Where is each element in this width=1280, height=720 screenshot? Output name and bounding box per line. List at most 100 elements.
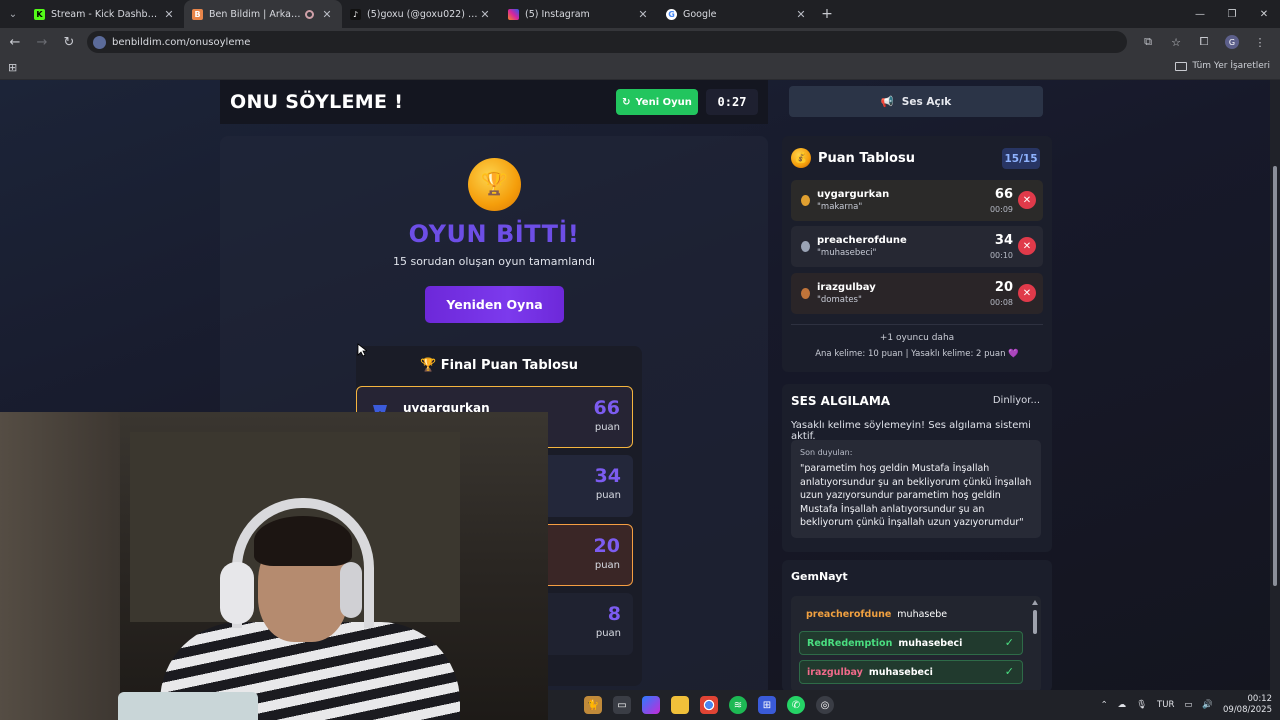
- tab-title: Google: [683, 8, 717, 20]
- spotify-icon[interactable]: ≋: [729, 696, 747, 714]
- tab-instagram[interactable]: (5) Instagram ✕: [500, 0, 658, 28]
- chat-panel: GemNayt preacherofdune muhasebe RedRedem…: [782, 560, 1052, 690]
- voice-warning-text: Yasaklı kelime söylemeyin! Ses algılama …: [791, 420, 1031, 442]
- sound-toggle-button[interactable]: 📢 Ses Açık: [789, 86, 1043, 117]
- tab-kick-dashboard[interactable]: K Stream - Kick Dashboard ✕: [26, 0, 184, 28]
- close-icon[interactable]: ✕: [478, 8, 492, 21]
- scroll-up-icon[interactable]: [1032, 600, 1038, 605]
- tab-google[interactable]: G Google ✕: [658, 0, 816, 28]
- instagram-icon: [508, 8, 519, 20]
- close-icon[interactable]: ✕: [320, 8, 334, 21]
- player-score: 66: [593, 397, 620, 419]
- chat-username: preacherofdune: [806, 608, 892, 620]
- restore-icon[interactable]: ❐: [1216, 0, 1248, 28]
- store-icon[interactable]: ⊞: [758, 696, 776, 714]
- back-arrow-icon[interactable]: ←: [3, 30, 27, 54]
- chat-channel-title: GemNayt: [791, 570, 848, 583]
- new-game-label: Yeni Oyun: [635, 96, 692, 108]
- apps-grid-icon[interactable]: ⊞: [8, 61, 20, 74]
- chat-text: muhasebe: [897, 608, 948, 620]
- player-score: 20: [994, 280, 1013, 295]
- scroll-thumb[interactable]: [1033, 610, 1037, 634]
- tab-search-chevron-icon[interactable]: ⌄: [0, 0, 26, 28]
- bronze-medal-icon: [801, 288, 810, 299]
- player-name: uygargurkan: [817, 189, 890, 200]
- close-icon[interactable]: ✕: [794, 8, 808, 21]
- system-clock[interactable]: 00:12 09/08/2025: [1223, 694, 1272, 716]
- refresh-icon: ↻: [622, 96, 631, 108]
- close-icon[interactable]: ✕: [162, 8, 176, 21]
- check-icon: ✓: [1004, 636, 1014, 649]
- player-time: 00:09: [989, 205, 1013, 214]
- trophy-icon: 🏆: [419, 358, 437, 373]
- tab-title: Stream - Kick Dashboard: [51, 8, 162, 20]
- trophy-icon: 🏆: [468, 158, 521, 211]
- tab-title: (5)goxu (@goxu022) | TikTok: [367, 8, 478, 20]
- address-bar-row: ← → ↻ benbildim.com/onusoyleme ⧉ ☆ ⧠ G ⋮: [0, 28, 1280, 56]
- reload-icon[interactable]: ↻: [57, 30, 81, 54]
- toolbar-actions: ⧉ ☆ ⧠ G ⋮: [1136, 30, 1272, 54]
- new-tab-plus-icon[interactable]: +: [816, 6, 838, 22]
- player-score: 8: [607, 603, 621, 625]
- bookmarks-bar: ⊞ Tüm Yer İşaretleri: [0, 56, 1280, 80]
- copilot-icon[interactable]: [642, 696, 660, 714]
- whatsapp-icon[interactable]: ✆: [787, 696, 805, 714]
- tray-chevron-icon[interactable]: ⌃: [1101, 700, 1108, 710]
- remove-player-icon[interactable]: ✕: [1018, 284, 1036, 302]
- remove-player-icon[interactable]: ✕: [1018, 191, 1036, 209]
- profile-avatar[interactable]: G: [1225, 35, 1239, 49]
- all-bookmarks-button[interactable]: Tüm Yer İşaretleri: [1175, 61, 1270, 71]
- windows-taskbar: 🐈 ▭ ≋ ⊞ ✆ ◎ ⌃ ☁ 🎙 TUR ▭ 🔊 00:12 09/08/20…: [548, 690, 1280, 720]
- chat-message: RedRedemption muhasebeci ✓: [799, 631, 1023, 655]
- menu-dots-icon[interactable]: ⋮: [1248, 30, 1272, 54]
- player-word: "makarna": [817, 202, 863, 212]
- forward-arrow-icon[interactable]: →: [30, 30, 54, 54]
- extensions-icon[interactable]: ⧠: [1192, 30, 1216, 54]
- tab-strip: ⌄ K Stream - Kick Dashboard ✕ B Ben Bild…: [0, 0, 1280, 28]
- site-info-icon[interactable]: [93, 35, 106, 49]
- microphone-icon[interactable]: 🎙: [1136, 700, 1147, 710]
- minimize-icon[interactable]: —: [1184, 0, 1216, 28]
- chat-message: preacherofdune muhasebe: [799, 602, 1023, 626]
- score-unit: puan: [595, 490, 621, 501]
- last-heard-text: "parametim hoş geldin Mustafa İnşallah a…: [800, 463, 1032, 528]
- task-view-icon[interactable]: ▭: [613, 696, 631, 714]
- leaderboard-row: preacherofdune "muhasebeci" 34 00:10 ✕: [791, 226, 1043, 267]
- volume-icon[interactable]: 🔊: [1202, 700, 1213, 710]
- chrome-icon[interactable]: [700, 696, 718, 714]
- close-icon[interactable]: ✕: [636, 8, 650, 21]
- check-icon: ✓: [1004, 665, 1014, 678]
- file-explorer-icon[interactable]: [671, 696, 689, 714]
- new-game-button[interactable]: ↻ Yeni Oyun: [616, 89, 698, 115]
- bookmark-star-icon[interactable]: ☆: [1164, 30, 1188, 54]
- obs-icon[interactable]: ◎: [816, 696, 834, 714]
- game-app-icon[interactable]: 🐈: [584, 696, 602, 714]
- leaderboard-header: 💰 Puan Tablosu: [791, 148, 915, 168]
- page-scrollbar[interactable]: [1270, 80, 1280, 690]
- game-header: ONU SÖYLEME ! ↻ Yeni Oyun 0:27: [220, 80, 768, 124]
- window-close-icon[interactable]: ✕: [1248, 0, 1280, 28]
- remove-player-icon[interactable]: ✕: [1018, 237, 1036, 255]
- player-score: 20: [593, 535, 620, 557]
- network-icon[interactable]: ▭: [1184, 700, 1192, 710]
- page-scroll-thumb[interactable]: [1273, 166, 1277, 586]
- recording-icon: [305, 9, 314, 19]
- final-scoreboard-title: 🏆 Final Puan Tablosu: [356, 358, 642, 373]
- url-input[interactable]: benbildim.com/onusoyleme: [87, 31, 1127, 53]
- tab-tiktok[interactable]: ♪ (5)goxu (@goxu022) | TikTok ✕: [342, 0, 500, 28]
- cast-icon[interactable]: ⧉: [1136, 30, 1160, 54]
- tab-benbildim[interactable]: B Ben Bildim | Arkadaşlarınla ✕: [184, 0, 342, 28]
- play-again-button[interactable]: Yeniden Oyna: [425, 286, 564, 323]
- listening-status: Dinliyor...: [992, 395, 1040, 406]
- score-unit: puan: [594, 560, 620, 571]
- onedrive-icon[interactable]: ☁: [1118, 700, 1127, 710]
- player-time: 00:08: [989, 298, 1013, 307]
- chat-message-list[interactable]: preacherofdune muhasebe RedRedemption mu…: [791, 596, 1041, 690]
- player-word: "muhasebeci": [817, 248, 877, 258]
- benbildim-icon: B: [192, 8, 203, 20]
- chat-text: muhasebeci: [898, 637, 963, 649]
- input-language[interactable]: TUR: [1157, 700, 1174, 710]
- chat-scrollbar[interactable]: [1032, 600, 1038, 688]
- leaderboard-panel: 💰 Puan Tablosu 15/15 uygargurkan "makarn…: [782, 136, 1052, 372]
- clock-time: 00:12: [1247, 694, 1273, 704]
